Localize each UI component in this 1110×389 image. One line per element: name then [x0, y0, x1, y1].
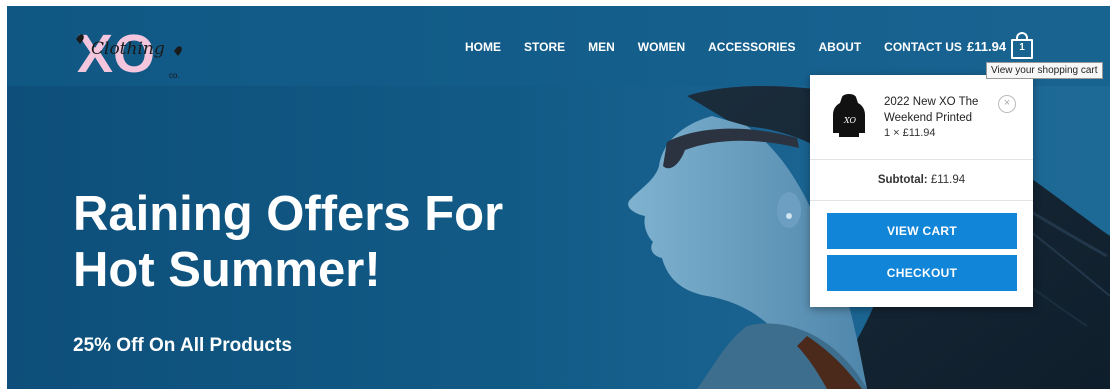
svg-text:XO: XO — [843, 116, 857, 125]
mini-cart-dropdown: XO 2022 New XO The Weekend Printed 1 × £… — [810, 75, 1033, 307]
nav-contact-us[interactable]: CONTACT US — [884, 40, 962, 54]
logo-script: Clothing — [91, 39, 165, 59]
product-thumbnail[interactable]: XO — [832, 93, 866, 137]
subtotal-value: £11.94 — [930, 174, 966, 186]
cart-total[interactable]: £11.94 — [967, 39, 1006, 54]
mini-cart-subtotal: Subtotal: £11.94 — [810, 161, 1033, 201]
nav-women[interactable]: WOMEN — [638, 40, 685, 54]
hero-title: Raining Offers For Hot Summer! — [73, 186, 503, 298]
hero-title-line-1: Raining Offers For — [73, 187, 504, 241]
logo-suffix: co. — [169, 71, 180, 80]
view-cart-button[interactable]: VIEW CART — [827, 213, 1017, 249]
checkout-button[interactable]: CHECKOUT — [827, 255, 1017, 291]
mini-cart-item-name[interactable]: 2022 New XO The Weekend Printed — [884, 94, 996, 126]
main-nav: HOME STORE MEN WOMEN ACCESSORIES ABOUT C… — [465, 40, 962, 54]
cart-count-badge: 1 — [1019, 42, 1025, 53]
heart-icon — [174, 46, 182, 56]
nav-store[interactable]: STORE — [524, 40, 565, 54]
cart-tooltip: View your shopping cart — [986, 62, 1103, 79]
hero-title-line-2: Hot Summer! — [73, 243, 381, 297]
hero-subtitle: 25% Off On All Products — [73, 335, 292, 356]
hero-banner: XO Clothing co. HOME STORE MEN WOMEN ACC… — [7, 6, 1110, 389]
nav-accessories[interactable]: ACCESSORIES — [708, 40, 795, 54]
remove-item-icon[interactable]: × — [998, 95, 1016, 113]
mini-cart-item-quantity: 1 × £11.94 — [884, 127, 936, 139]
nav-home[interactable]: HOME — [465, 40, 501, 54]
nav-men[interactable]: MEN — [588, 40, 615, 54]
subtotal-label: Subtotal: — [877, 174, 928, 186]
nav-about[interactable]: ABOUT — [818, 40, 861, 54]
shopping-bag-icon[interactable]: 1 — [1011, 32, 1035, 60]
mini-cart-item: XO 2022 New XO The Weekend Printed 1 × £… — [810, 75, 1033, 160]
site-logo[interactable]: XO Clothing co. — [71, 20, 191, 84]
